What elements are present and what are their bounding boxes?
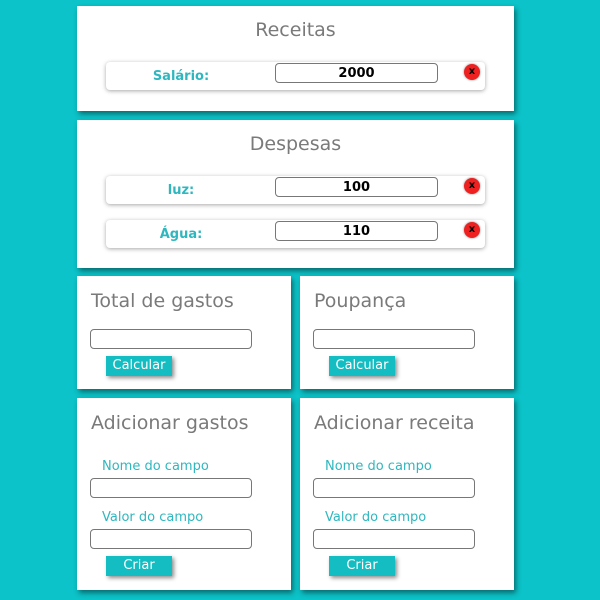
delete-despesa-button[interactable]: x: [464, 178, 480, 194]
valor-campo-input[interactable]: [313, 529, 475, 549]
valor-campo-input[interactable]: [90, 529, 252, 549]
adicionar-receita-card: Adicionar receita Nome do campo Valor do…: [300, 398, 514, 590]
criar-gasto-button[interactable]: Criar: [106, 556, 172, 576]
nome-campo-label: Nome do campo: [102, 459, 209, 474]
receita-row-salario: Salário: x: [106, 62, 485, 90]
adicionar-gastos-card: Adicionar gastos Nome do campo Valor do …: [77, 398, 291, 590]
despesa-row-luz: luz: x: [106, 176, 485, 204]
delete-despesa-button[interactable]: x: [464, 222, 480, 238]
nome-campo-input[interactable]: [313, 478, 475, 498]
despesas-panel: Despesas luz: x Água: x: [77, 120, 514, 268]
delete-receita-button[interactable]: x: [464, 64, 480, 80]
receitas-panel: Receitas Salário: x: [77, 6, 514, 111]
valor-campo-label: Valor do campo: [325, 510, 427, 525]
despesa-row-agua: Água: x: [106, 220, 485, 248]
calcular-poupanca-button[interactable]: Calcular: [329, 356, 395, 376]
adicionar-gastos-title: Adicionar gastos: [91, 412, 249, 434]
valor-campo-label: Valor do campo: [102, 510, 204, 525]
nome-campo-input[interactable]: [90, 478, 252, 498]
adicionar-receita-title: Adicionar receita: [314, 412, 475, 434]
despesa-value-input[interactable]: [275, 177, 438, 197]
poupanca-card: Poupança Calcular: [300, 276, 514, 389]
poupanca-input[interactable]: [313, 329, 475, 349]
despesas-title: Despesas: [249, 133, 342, 155]
total-gastos-title: Total de gastos: [91, 290, 234, 312]
despesa-label: Água:: [159, 227, 203, 242]
despesa-value-input[interactable]: [275, 221, 438, 241]
nome-campo-label: Nome do campo: [325, 459, 432, 474]
total-gastos-card: Total de gastos Calcular: [77, 276, 291, 389]
receita-label: Salário:: [152, 69, 210, 84]
criar-receita-button[interactable]: Criar: [329, 556, 395, 576]
poupanca-title: Poupança: [314, 290, 407, 312]
total-gastos-input[interactable]: [90, 329, 252, 349]
receita-value-input[interactable]: [275, 63, 438, 83]
receitas-title: Receitas: [255, 19, 336, 41]
calcular-gastos-button[interactable]: Calcular: [106, 356, 172, 376]
despesa-label: luz:: [167, 183, 195, 198]
